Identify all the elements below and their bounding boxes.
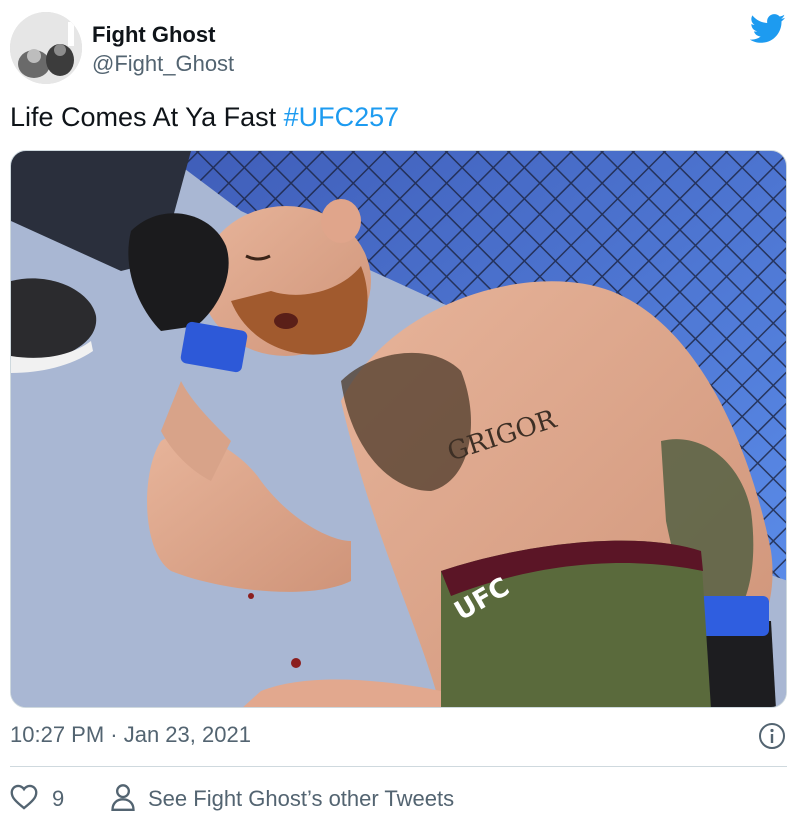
like-button[interactable]: 9 [10,784,64,814]
avatar[interactable] [10,12,82,84]
tweet-body: Life Comes At Ya Fast [10,102,277,132]
hashtag-link[interactable]: #UFC257 [284,102,400,132]
tweet-photo[interactable]: GRIGOR UFC [10,150,787,708]
other-tweets-link[interactable]: See Fight Ghost’s other Tweets [110,783,455,816]
other-tweets-label: See Fight Ghost’s other Tweets [148,786,455,811]
tweet-timestamp[interactable]: 10:27 PM · Jan 23, 2021 [10,722,251,748]
like-count: 9 [52,786,65,811]
avatar-image [10,12,82,84]
info-icon[interactable] [758,722,786,750]
heart-icon [10,784,38,815]
photo-fighter-on-canvas: GRIGOR UFC [11,151,786,707]
divider [10,766,787,767]
tweet-text: Life Comes At Ya Fast #UFC257 [10,102,399,133]
twitter-bird-icon[interactable] [749,14,786,44]
author-handle[interactable]: @Fight_Ghost [92,51,234,77]
person-icon [110,783,136,816]
author-display-name[interactable]: Fight Ghost [92,22,215,48]
tweet-card: Fight Ghost @Fight_Ghost Life Comes At Y… [0,0,800,826]
